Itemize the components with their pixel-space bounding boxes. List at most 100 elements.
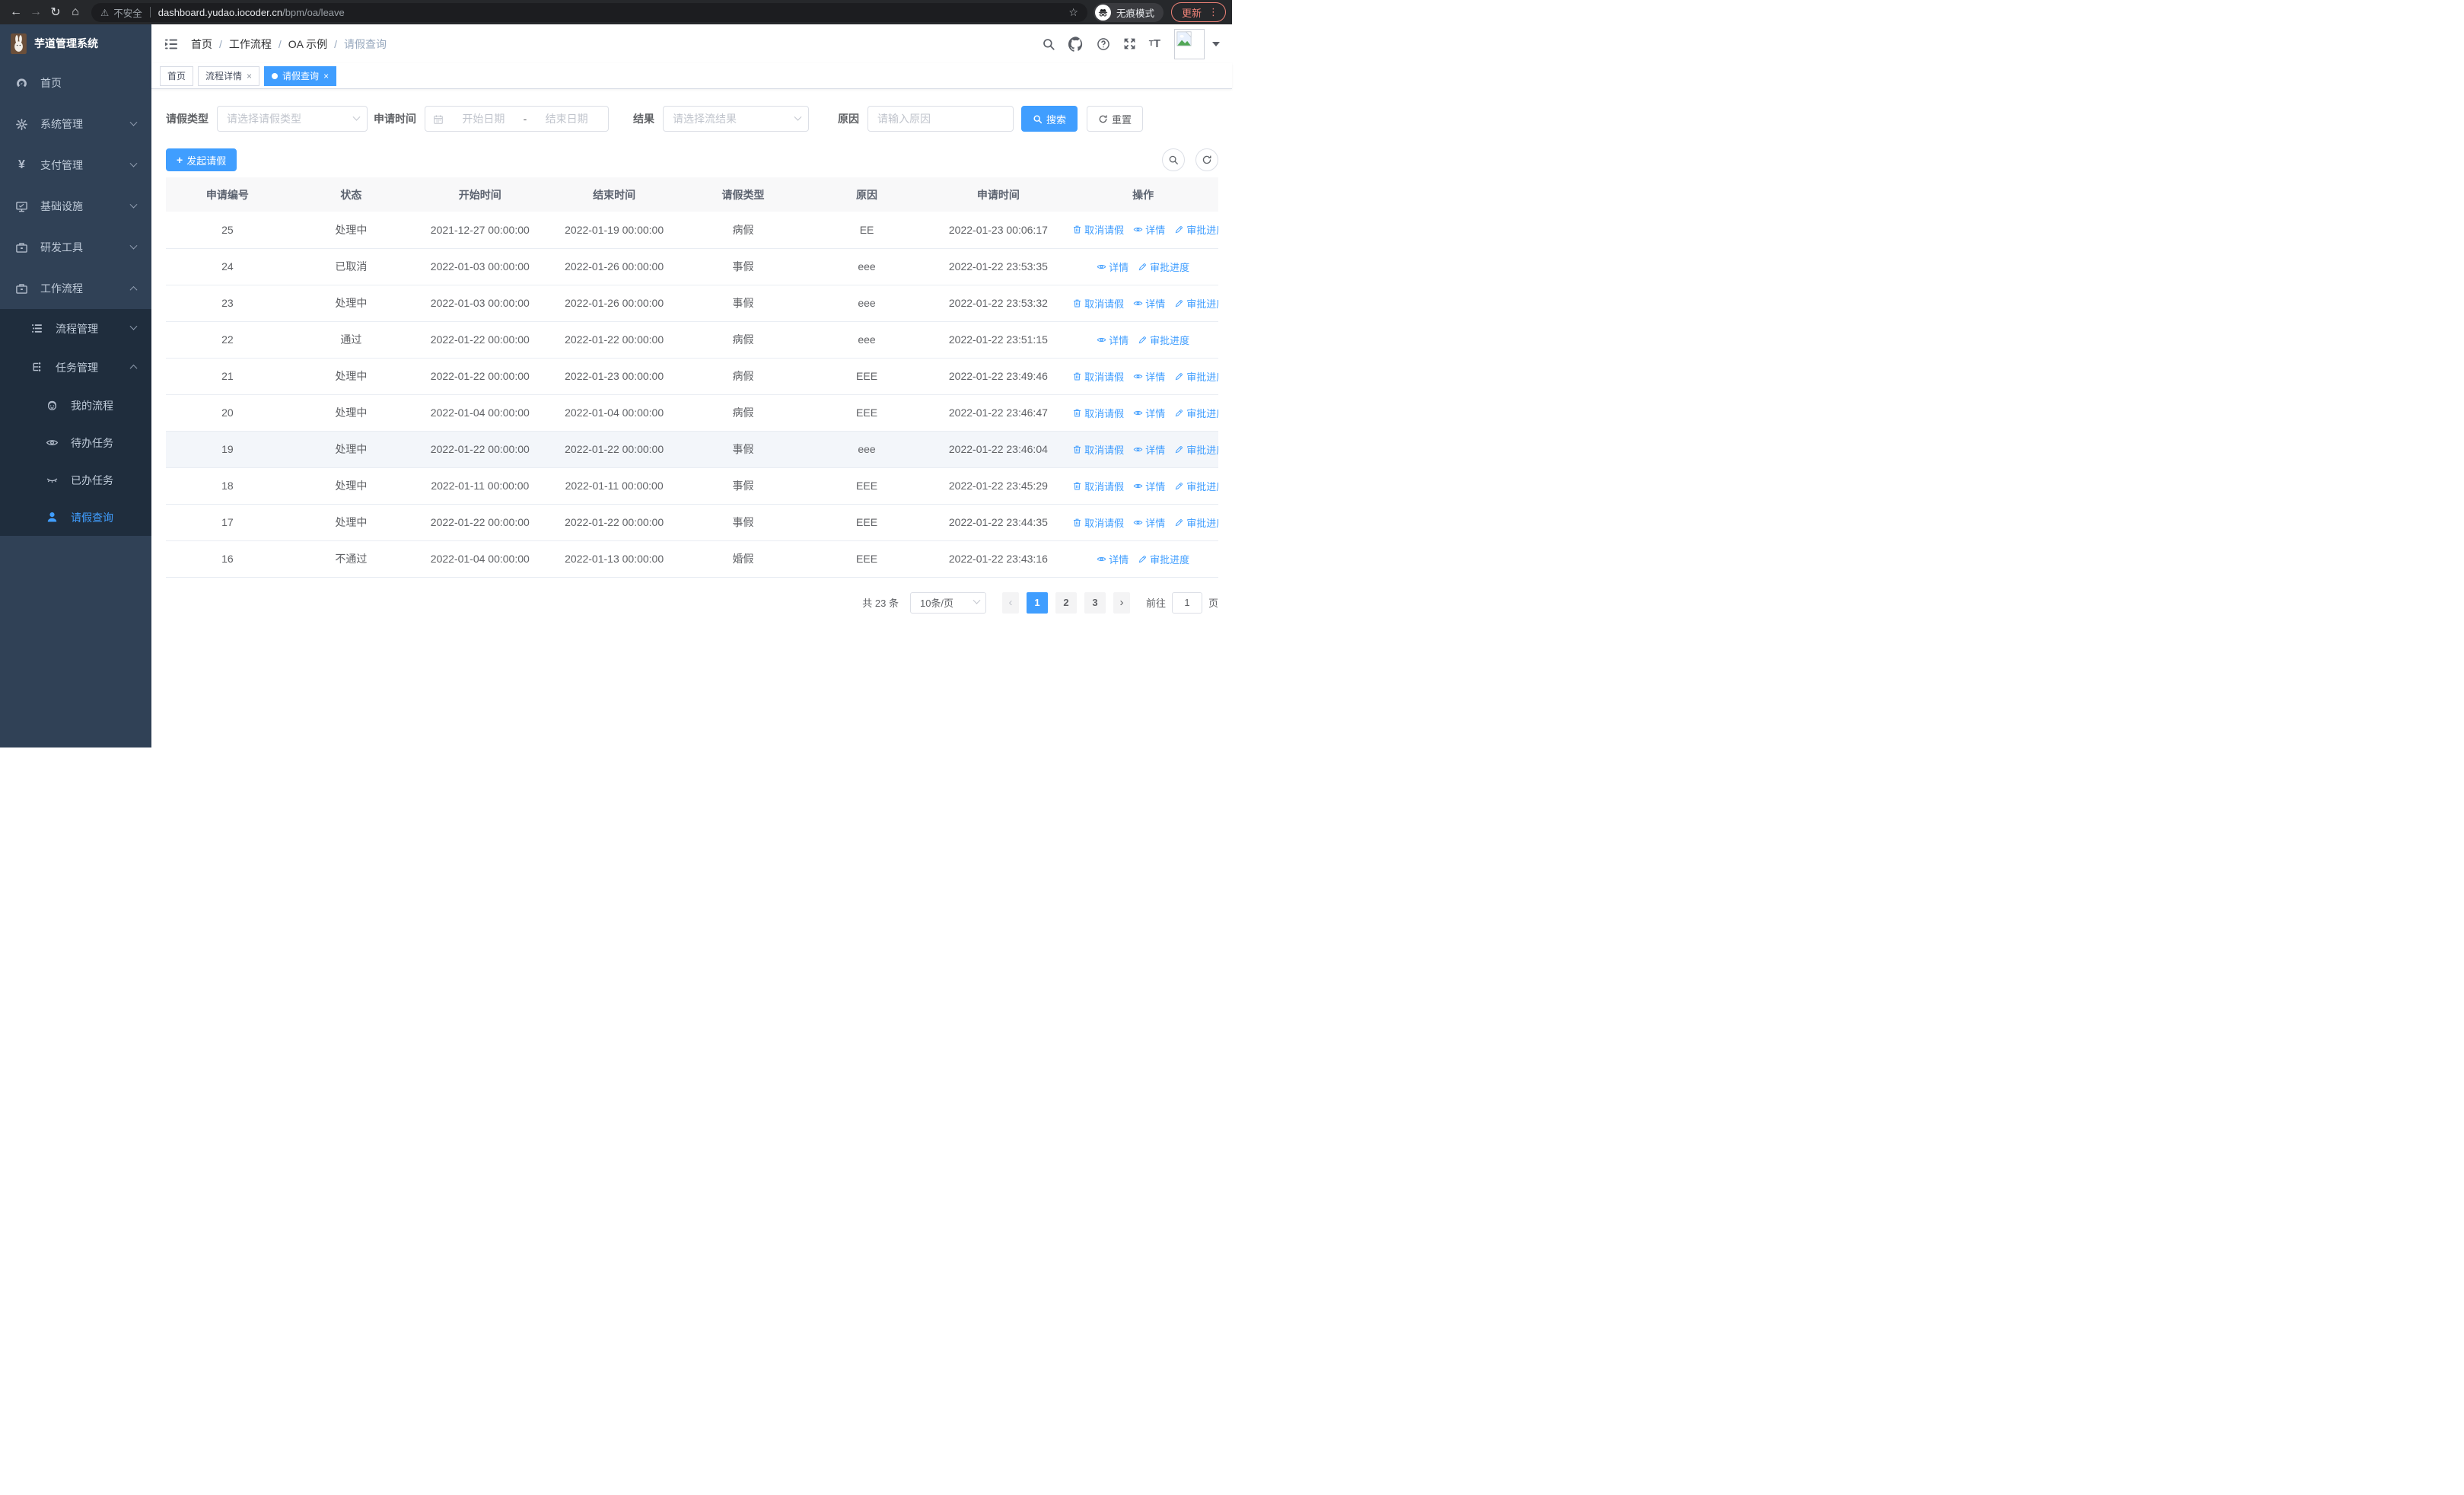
sidebar-item-task-mgmt[interactable]: 任务管理 bbox=[0, 348, 151, 387]
breadcrumb-oa-example[interactable]: OA 示例 bbox=[288, 37, 327, 52]
close-icon[interactable]: × bbox=[247, 71, 252, 81]
sidebar-item-workflow[interactable]: 工作流程 bbox=[0, 268, 151, 309]
page-3-button[interactable]: 3 bbox=[1084, 591, 1106, 614]
page-2-button[interactable]: 2 bbox=[1055, 591, 1077, 614]
sidebar-item-process-mgmt[interactable]: 流程管理 bbox=[0, 309, 151, 348]
action-detail-link[interactable]: 详情 bbox=[1097, 260, 1129, 274]
breadcrumb-workflow[interactable]: 工作流程 bbox=[229, 37, 272, 52]
reason-input[interactable] bbox=[877, 113, 1004, 125]
action-cancel-link[interactable]: 取消请假 bbox=[1072, 442, 1124, 457]
action-progress-link[interactable]: 审批进度 bbox=[1174, 479, 1218, 493]
browser-update-button[interactable]: 更新 ⋮ bbox=[1170, 2, 1226, 22]
avatar[interactable] bbox=[1174, 28, 1205, 59]
fullscreen-icon[interactable] bbox=[1123, 37, 1136, 50]
sidebar-toggle-icon[interactable] bbox=[164, 37, 179, 52]
sidebar-item-system[interactable]: 系统管理 bbox=[0, 104, 151, 145]
apply-time-cell: 2022-01-23 00:06:17 bbox=[928, 212, 1068, 249]
action-progress-link[interactable]: 审批进度 bbox=[1174, 222, 1218, 237]
sidebar-item-devtools[interactable]: 研发工具 bbox=[0, 227, 151, 268]
security-chip[interactable]: ⚠ 不安全 bbox=[100, 5, 142, 20]
prev-page-button[interactable]: ‹ bbox=[1001, 591, 1019, 614]
tag-process-detail[interactable]: 流程详情 × bbox=[198, 65, 260, 86]
leave-type-select[interactable]: 请选择请假类型 bbox=[217, 106, 368, 132]
action-progress-link[interactable]: 审批进度 bbox=[1138, 552, 1189, 566]
action-detail-link[interactable]: 详情 bbox=[1133, 406, 1165, 420]
table-row: 16 不通过 2022-01-04 00:00:00 2022-01-13 00:00… bbox=[166, 540, 1218, 578]
next-page-button[interactable]: › bbox=[1113, 591, 1130, 614]
search-button[interactable]: 搜索 bbox=[1021, 106, 1078, 132]
action-progress-link[interactable]: 审批进度 bbox=[1174, 369, 1218, 384]
action-detail-link[interactable]: 详情 bbox=[1133, 296, 1165, 311]
search-icon[interactable] bbox=[1042, 37, 1055, 51]
action-detail-link[interactable]: 详情 bbox=[1133, 369, 1165, 384]
github-icon[interactable] bbox=[1068, 36, 1084, 52]
sidebar-item-payment[interactable]: ¥ 支付管理 bbox=[0, 145, 151, 186]
action-detail-link[interactable]: 详情 bbox=[1133, 479, 1165, 493]
app-logo-row[interactable]: 芋道管理系统 bbox=[0, 24, 151, 62]
breadcrumb-home[interactable]: 首页 bbox=[191, 37, 212, 52]
actions-cell: 取消请假详情审批进度 bbox=[1068, 285, 1218, 322]
action-cancel-link[interactable]: 取消请假 bbox=[1072, 515, 1124, 530]
actions-cell: 详情 审批进度 bbox=[1068, 540, 1218, 578]
action-detail-link[interactable]: 详情 bbox=[1097, 333, 1129, 347]
browser-forward-button[interactable]: → bbox=[26, 2, 46, 22]
status-cell: 处理中 bbox=[288, 212, 413, 249]
action-detail-link[interactable]: 详情 bbox=[1133, 222, 1165, 237]
select-placeholder: 请选择请假类型 bbox=[227, 113, 301, 125]
browser-chrome: ← → ↻ ⌂ ⚠ 不安全 dashboard.yudao.iocoder.cn… bbox=[0, 0, 1232, 24]
select-placeholder: 请选择流结果 bbox=[673, 113, 737, 125]
sidebar-item-infra[interactable]: 基础设施 bbox=[0, 186, 151, 227]
action-cancel-link[interactable]: 取消请假 bbox=[1072, 222, 1124, 237]
action-progress-link[interactable]: 审批进度 bbox=[1174, 406, 1218, 420]
request-id-cell: 17 bbox=[166, 504, 289, 541]
help-icon[interactable] bbox=[1097, 37, 1110, 51]
reason-cell: eee bbox=[804, 431, 929, 468]
tag-home[interactable]: 首页 bbox=[160, 65, 194, 86]
goto-label: 前往 bbox=[1145, 598, 1166, 609]
action-detail-link[interactable]: 详情 bbox=[1133, 515, 1165, 530]
refresh-button[interactable] bbox=[1195, 148, 1218, 171]
breadcrumb-separator: / bbox=[278, 37, 282, 50]
reason-label: 原因 bbox=[838, 113, 859, 125]
reset-button[interactable]: 重置 bbox=[1087, 106, 1144, 132]
table-tools bbox=[1162, 148, 1218, 171]
page-size-select[interactable]: 10条/页 bbox=[909, 591, 986, 614]
font-size-icon[interactable]: TT bbox=[1149, 37, 1160, 50]
toggle-search-button[interactable] bbox=[1162, 148, 1185, 171]
start-date-placeholder[interactable]: 开始日期 bbox=[450, 111, 517, 126]
action-progress-link[interactable]: 审批进度 bbox=[1174, 296, 1218, 311]
create-leave-button[interactable]: + 发起请假 bbox=[166, 148, 237, 171]
action-detail-link[interactable]: 详情 bbox=[1133, 442, 1165, 457]
tag-leave-query[interactable]: 请假查询 × bbox=[264, 65, 337, 86]
sidebar-item-label: 已办任务 bbox=[71, 473, 113, 486]
action-progress-link[interactable]: 审批进度 bbox=[1138, 333, 1189, 347]
action-cancel-link[interactable]: 取消请假 bbox=[1072, 369, 1124, 384]
action-progress-link[interactable]: 审批进度 bbox=[1138, 260, 1189, 274]
sidebar-item-todo-tasks[interactable]: 待办任务 bbox=[0, 424, 151, 461]
bookmark-star-icon[interactable]: ☆ bbox=[1068, 6, 1078, 19]
goto-page-input[interactable] bbox=[1171, 591, 1202, 614]
close-icon[interactable]: × bbox=[323, 71, 329, 81]
sidebar-item-leave-query[interactable]: 请假查询 bbox=[0, 499, 151, 536]
action-cancel-link[interactable]: 取消请假 bbox=[1072, 296, 1124, 311]
action-detail-link[interactable]: 详情 bbox=[1097, 552, 1129, 566]
page-1-button[interactable]: 1 bbox=[1026, 591, 1048, 614]
action-progress-link[interactable]: 审批进度 bbox=[1174, 515, 1218, 530]
address-bar[interactable]: ⚠ 不安全 dashboard.yudao.iocoder.cn/bpm/oa/… bbox=[91, 2, 1087, 22]
apply-time-range-picker[interactable]: 开始日期 - 结束日期 bbox=[425, 106, 609, 132]
browser-home-button[interactable]: ⌂ bbox=[65, 2, 85, 22]
avatar-dropdown-icon[interactable] bbox=[1212, 41, 1220, 46]
action-cancel-link[interactable]: 取消请假 bbox=[1072, 406, 1124, 420]
sidebar-item-label: 任务管理 bbox=[56, 361, 98, 374]
browser-reload-button[interactable]: ↻ bbox=[46, 2, 65, 22]
action-progress-link[interactable]: 审批进度 bbox=[1174, 442, 1218, 457]
sidebar-item-done-tasks[interactable]: 已办任务 bbox=[0, 461, 151, 499]
sidebar-item-home[interactable]: 首页 bbox=[0, 62, 151, 104]
end-date-placeholder[interactable]: 结束日期 bbox=[533, 111, 600, 126]
result-select[interactable]: 请选择流结果 bbox=[663, 106, 809, 132]
browser-back-button[interactable]: ← bbox=[6, 2, 26, 22]
browser-menu-icon[interactable]: ⋮ bbox=[1208, 6, 1218, 18]
sidebar-item-my-process[interactable]: 我的流程 bbox=[0, 387, 151, 424]
incognito-icon bbox=[1094, 4, 1111, 21]
action-cancel-link[interactable]: 取消请假 bbox=[1072, 479, 1124, 493]
